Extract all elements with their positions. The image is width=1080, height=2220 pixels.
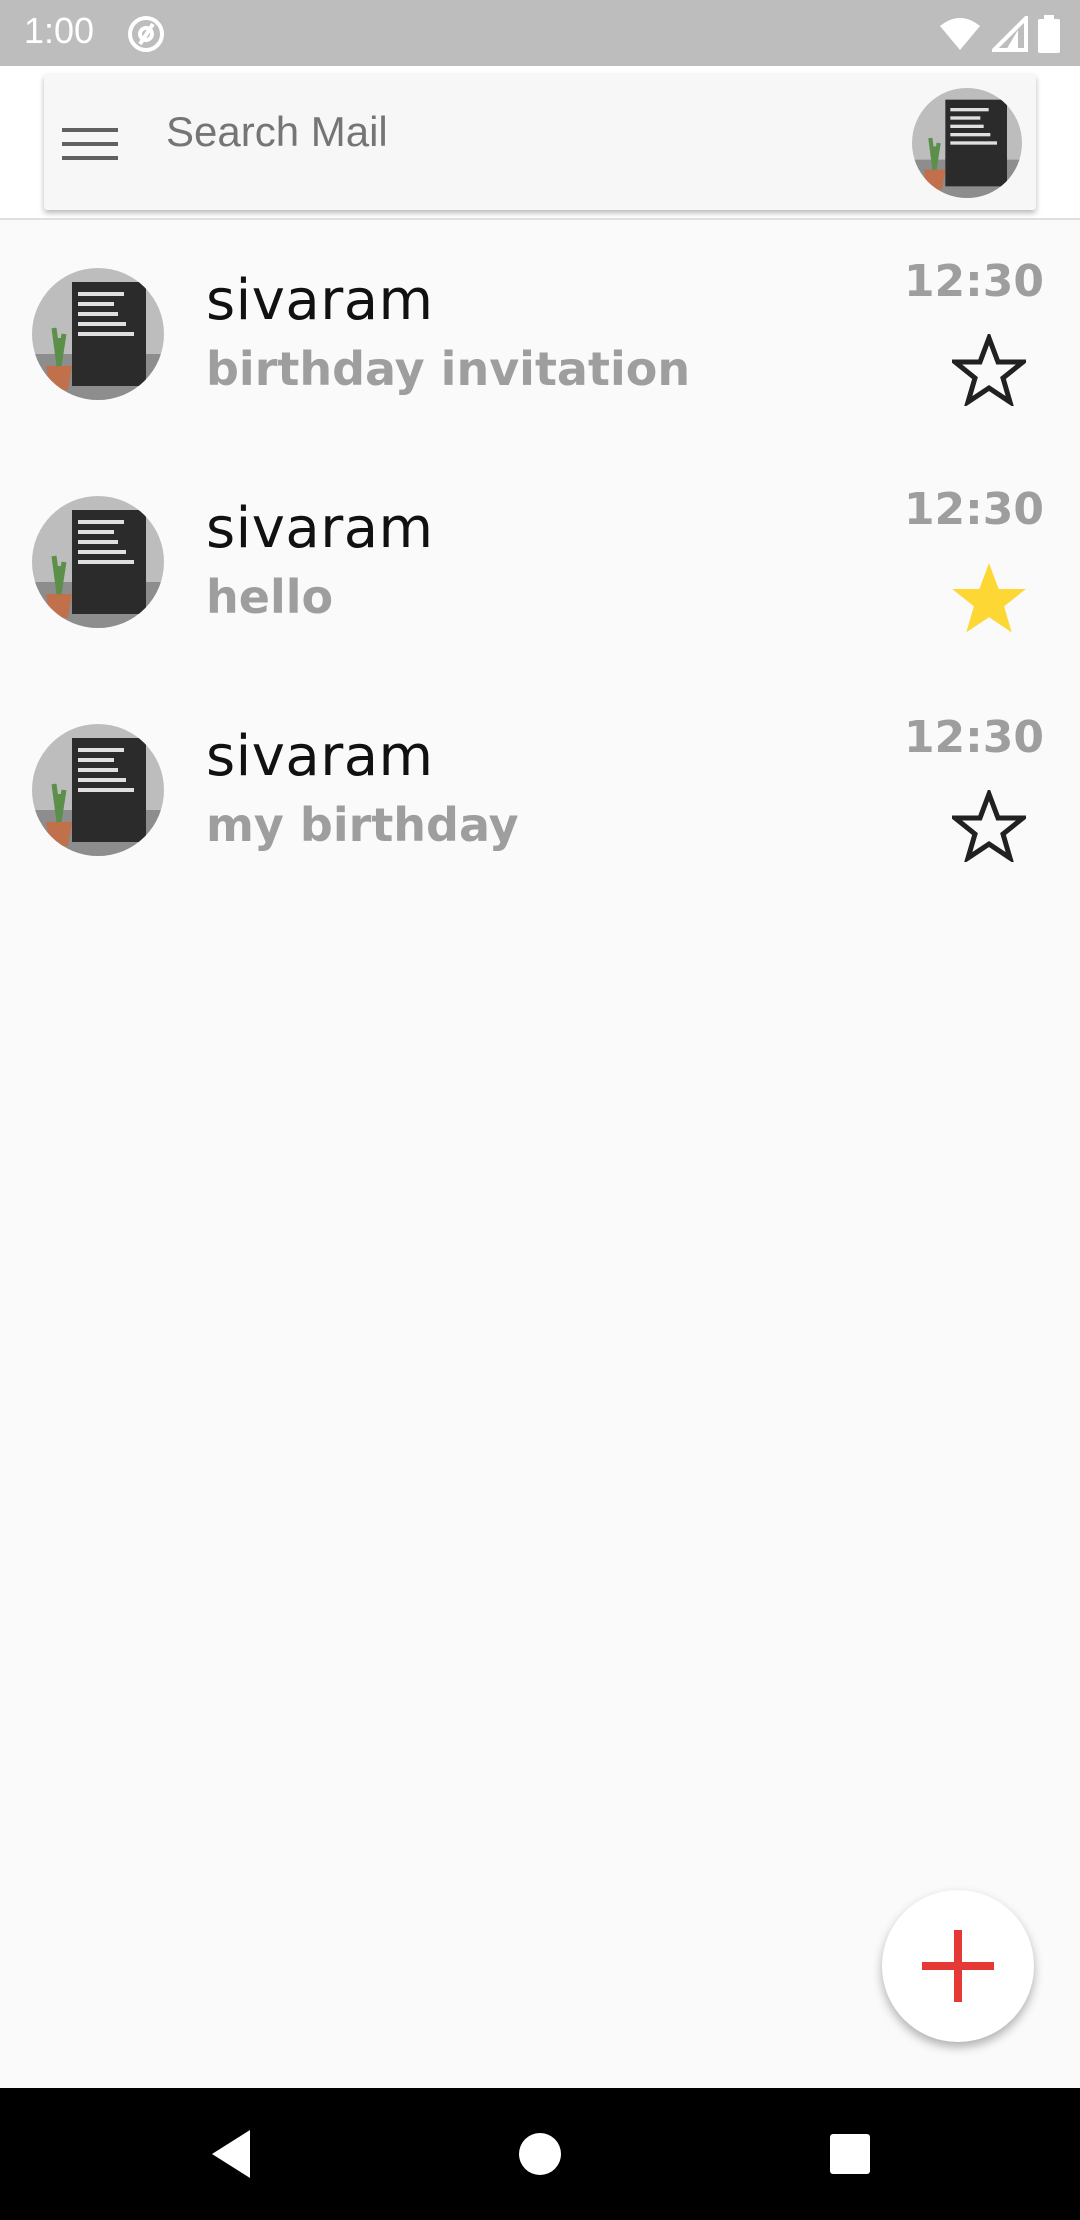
mail-item[interactable]: sivaram hello 12:30	[0, 448, 1080, 676]
mail-subject: hello	[206, 570, 334, 624]
account-avatar[interactable]	[912, 88, 1022, 198]
sender-avatar	[32, 724, 164, 856]
mail-subject: my birthday	[206, 798, 519, 852]
compose-fab-button[interactable]	[882, 1890, 1034, 2042]
home-icon[interactable]	[510, 2124, 570, 2184]
status-bar: 1:00	[0, 0, 1080, 66]
mail-sender: sivaram	[206, 496, 434, 561]
recents-icon[interactable]	[820, 2124, 880, 2184]
avatar-image	[32, 496, 164, 628]
mail-app-screen: 1:00 Search Mail sivaram birthday invita…	[0, 0, 1080, 2220]
star-outline-icon[interactable]	[952, 334, 1026, 406]
mail-time: 12:30	[903, 712, 1044, 763]
mail-sender: sivaram	[206, 268, 434, 333]
mail-list: sivaram birthday invitation 12:30 sivara…	[0, 220, 1080, 904]
signal-icon	[992, 16, 1028, 52]
star-filled-icon[interactable]	[952, 562, 1026, 634]
avatar-image	[32, 268, 164, 400]
mail-time: 12:30	[903, 484, 1044, 535]
status-icons	[938, 14, 1060, 54]
sender-avatar	[32, 268, 164, 400]
back-icon[interactable]	[204, 2124, 264, 2184]
search-bar[interactable]	[44, 74, 1036, 210]
hamburger-menu-icon[interactable]	[62, 124, 118, 164]
search-input[interactable]	[166, 102, 866, 162]
top-bar	[0, 66, 1080, 220]
navigation-bar	[0, 2088, 1080, 2220]
status-time: 1:00	[24, 10, 95, 51]
plus-icon	[922, 1930, 994, 2002]
sender-avatar	[32, 496, 164, 628]
mail-time: 12:30	[903, 256, 1044, 307]
at-sign-icon	[128, 16, 164, 52]
mail-item[interactable]: sivaram my birthday 12:30	[0, 676, 1080, 904]
star-outline-icon[interactable]	[952, 790, 1026, 862]
battery-icon	[1038, 15, 1060, 53]
mail-sender: sivaram	[206, 724, 434, 789]
avatar-image	[32, 724, 164, 856]
avatar-image	[912, 88, 1022, 198]
mail-item[interactable]: sivaram birthday invitation 12:30	[0, 220, 1080, 448]
wifi-icon	[940, 18, 980, 50]
mail-subject: birthday invitation	[206, 342, 691, 396]
